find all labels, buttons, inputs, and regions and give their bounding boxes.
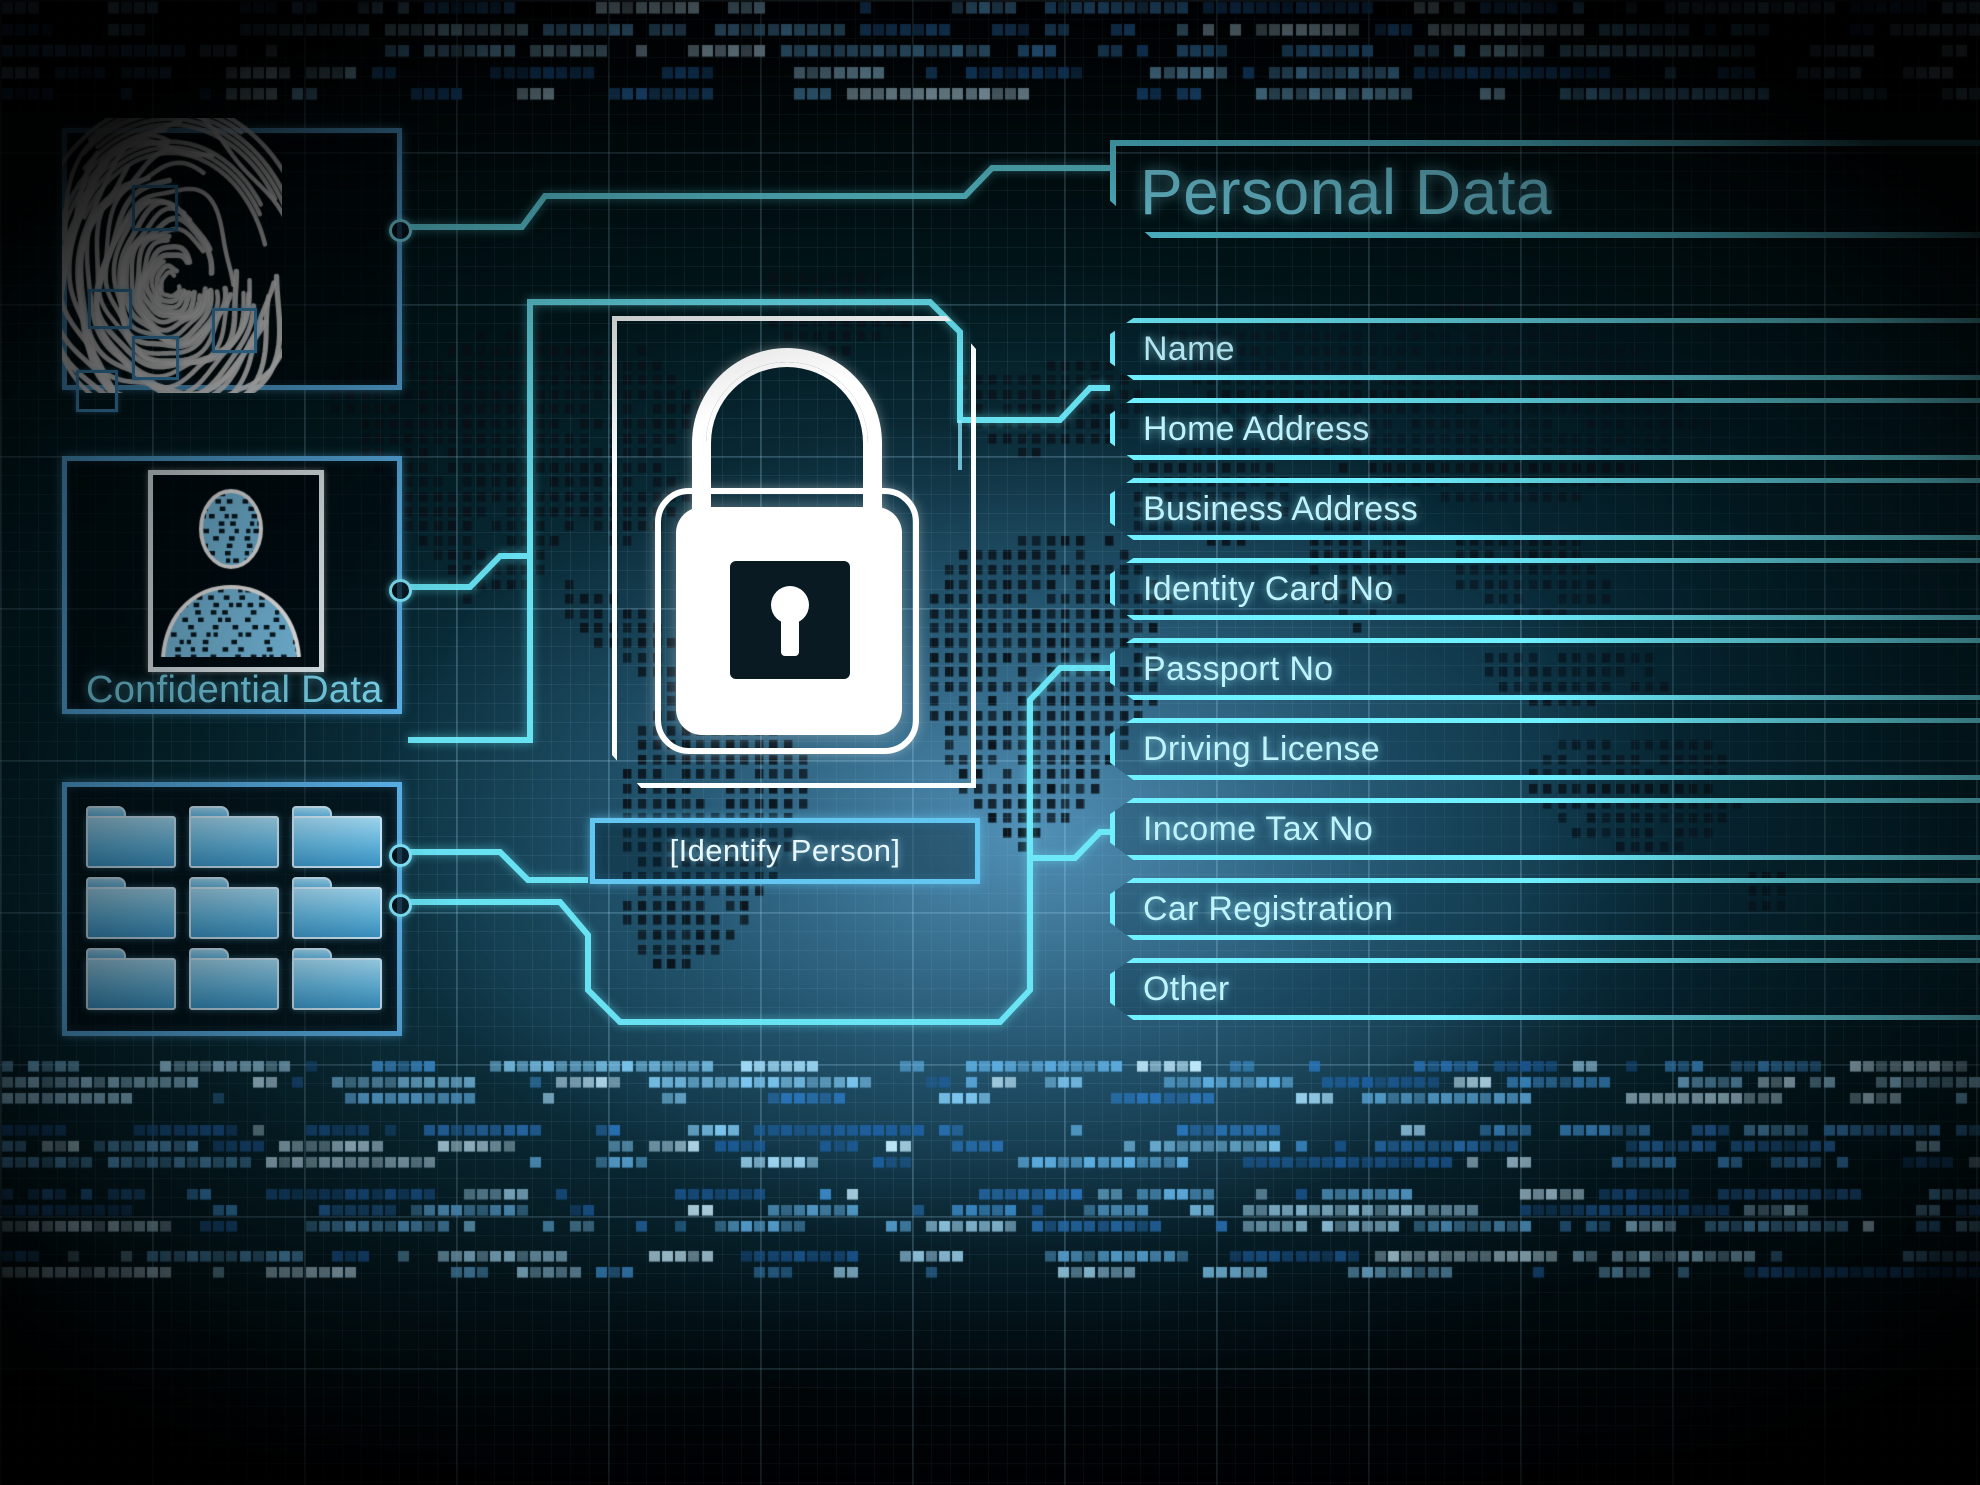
folder-icon[interactable] [292, 806, 382, 868]
folder-body [189, 887, 279, 939]
connector-node [389, 844, 412, 867]
folder-icon[interactable] [189, 806, 279, 868]
binary-strip-bottom [0, 1055, 1980, 1485]
data-list-item-identity-card-no[interactable]: Identity Card No [1110, 558, 1980, 620]
data-list-item-name[interactable]: Name [1110, 318, 1980, 380]
page-title-text: Personal Data [1140, 156, 1553, 228]
folder-body [189, 958, 279, 1010]
connector-node [389, 219, 412, 242]
folder-icon[interactable] [86, 806, 176, 868]
data-list-item-home-address[interactable]: Home Address [1110, 398, 1980, 460]
data-list-item-other[interactable]: Other [1110, 958, 1980, 1020]
folder-icon[interactable] [292, 948, 382, 1010]
list-item-label: Identity Card No [1143, 569, 1394, 608]
binary-strip-top [0, 0, 1980, 112]
folder-body [86, 958, 176, 1010]
confidential-data-label: Confidential Data [86, 669, 383, 711]
padlock-keyhole-stem [781, 612, 799, 656]
data-list-item-income-tax-no[interactable]: Income Tax No [1110, 798, 1980, 860]
folder-icon[interactable] [292, 877, 382, 939]
minutia-marker [88, 289, 132, 329]
minutia-marker [132, 336, 179, 380]
list-item-label: Other [1143, 969, 1230, 1008]
folder-grid[interactable] [86, 806, 382, 1014]
list-item-label: Name [1143, 329, 1235, 368]
folder-body [86, 816, 176, 868]
fingerprint-icon[interactable] [62, 118, 282, 412]
data-list-item-car-registration[interactable]: Car Registration [1110, 878, 1980, 940]
identify-person-button[interactable]: [Identify Person] [590, 818, 980, 884]
folder-body [86, 887, 176, 939]
data-list-item-passport-no[interactable]: Passport No [1110, 638, 1980, 700]
list-item-label: Driving License [1143, 729, 1380, 768]
connector-node [389, 579, 412, 602]
minutia-marker [212, 308, 257, 353]
data-list-item-driving-license[interactable]: Driving License [1110, 718, 1980, 780]
folder-body [189, 816, 279, 868]
list-item-label: Car Registration [1143, 889, 1394, 928]
list-item-label: Business Address [1143, 489, 1419, 528]
security-dashboard: Confidential Data [Identify Person] Pers… [0, 0, 1980, 1485]
connector-node [389, 894, 412, 917]
list-item-label: Home Address [1143, 409, 1370, 448]
list-item-label: Passport No [1143, 649, 1334, 688]
data-list-item-business-address[interactable]: Business Address [1110, 478, 1980, 540]
folder-body [292, 958, 382, 1010]
list-item-label: Income Tax No [1143, 809, 1374, 848]
identify-person-label: [Identify Person] [669, 833, 901, 868]
person-avatar-icon[interactable] [148, 470, 324, 672]
folder-icon[interactable] [86, 948, 176, 1010]
minutia-marker [76, 370, 118, 412]
page-title: Personal Data [1110, 140, 1980, 238]
minutia-marker [132, 185, 178, 231]
folder-body [292, 816, 382, 868]
folder-icon[interactable] [189, 948, 279, 1010]
folder-body [292, 887, 382, 939]
folder-icon[interactable] [189, 877, 279, 939]
folder-icon[interactable] [86, 877, 176, 939]
